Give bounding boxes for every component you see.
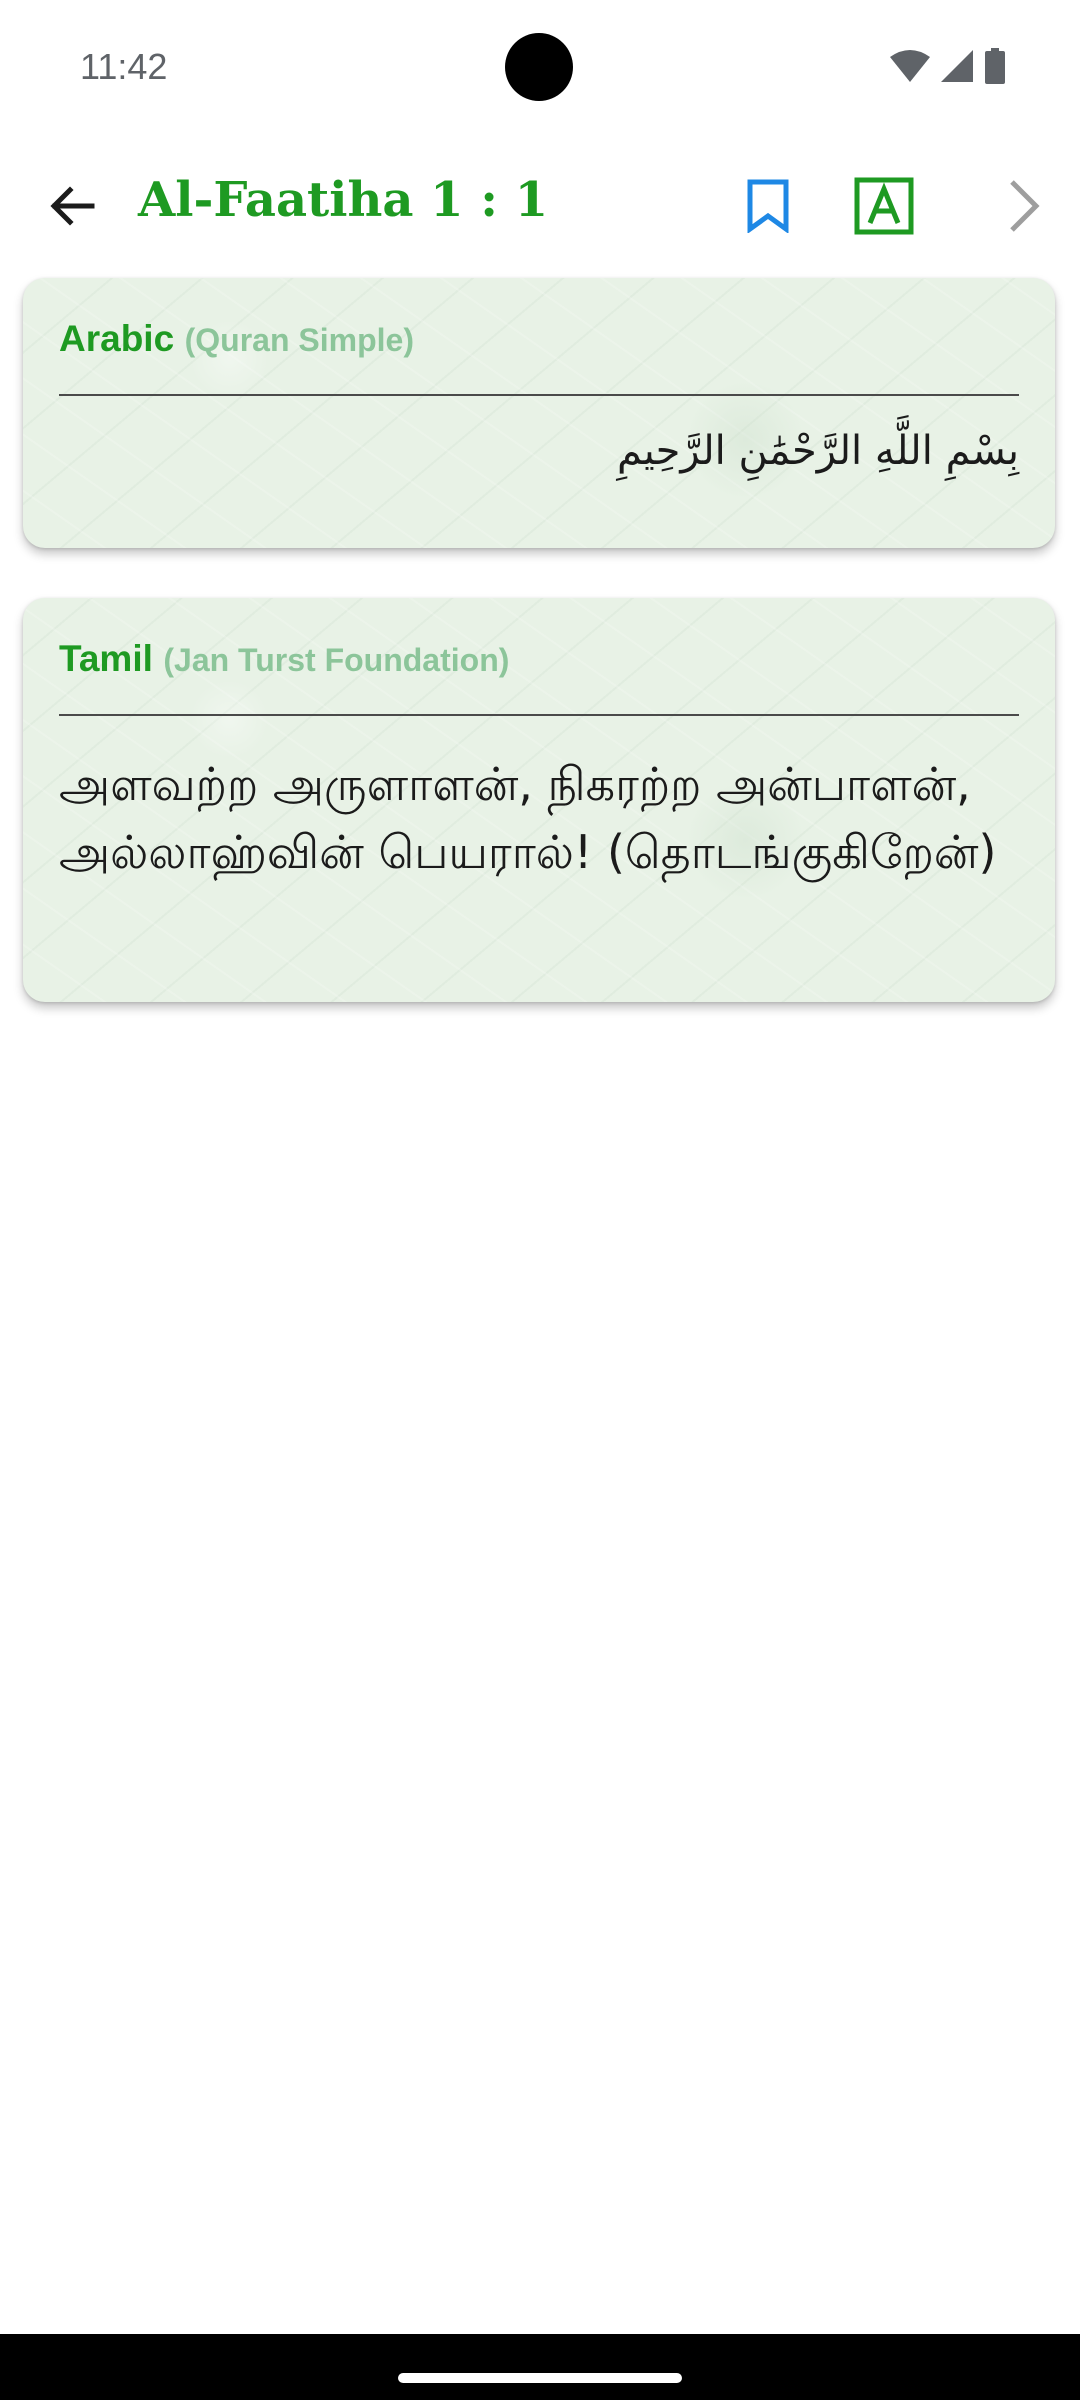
back-button[interactable] bbox=[40, 176, 104, 240]
card-header: Arabic (Quran Simple) bbox=[59, 318, 414, 360]
camera-cutout bbox=[505, 33, 573, 101]
next-verse-button[interactable] bbox=[992, 176, 1056, 240]
status-bar: 11:42 bbox=[0, 0, 1080, 134]
tamil-translation-text: அளவற்ற அருளாளன், நிகரற்ற அன்பாளன், அல்லா… bbox=[59, 757, 997, 879]
battery-icon bbox=[984, 47, 1006, 89]
divider bbox=[59, 394, 1019, 396]
app-bar: Al-Faatiha 1 : 1 bbox=[0, 148, 1080, 268]
card-source-label: (Quran Simple) bbox=[184, 322, 414, 358]
bookmark-button[interactable] bbox=[736, 176, 800, 240]
status-time: 11:42 bbox=[80, 46, 168, 87]
card-source-label: (Jan Turst Foundation) bbox=[163, 642, 510, 678]
signal-icon bbox=[940, 49, 974, 88]
chevron-right-icon bbox=[1004, 178, 1044, 239]
letter-a-icon bbox=[854, 177, 914, 240]
bookmark-icon bbox=[746, 179, 790, 238]
tamil-translation-card: Tamil (Jan Turst Foundation) அளவற்ற அருள… bbox=[23, 598, 1055, 1002]
card-header: Tamil (Jan Turst Foundation) bbox=[59, 638, 509, 680]
card-language-label: Tamil bbox=[59, 638, 153, 679]
wifi-icon bbox=[890, 49, 930, 88]
home-gesture-handle[interactable] bbox=[398, 2373, 682, 2383]
arabic-translation-card: Arabic (Quran Simple) بِسْمِ اللَّهِ الر… bbox=[23, 278, 1055, 548]
card-language-label: Arabic bbox=[59, 318, 175, 359]
font-settings-button[interactable] bbox=[852, 176, 916, 240]
system-navigation-bar bbox=[0, 2334, 1080, 2400]
arrow-left-icon bbox=[46, 180, 98, 237]
page-title: Al-Faatiha 1 : 1 bbox=[138, 172, 549, 228]
divider bbox=[59, 714, 1019, 716]
status-icons bbox=[890, 47, 1006, 89]
arabic-verse-text: بِسْمِ اللَّهِ الرَّحْمَٰنِ الرَّحِيمِ bbox=[616, 428, 1019, 474]
